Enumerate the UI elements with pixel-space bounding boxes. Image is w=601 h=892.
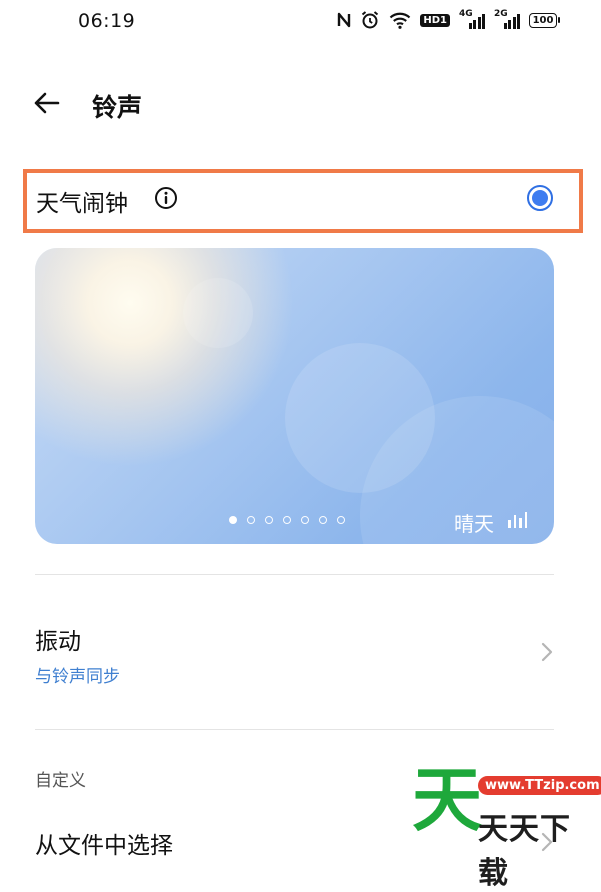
divider [35,729,554,730]
signal-4g-icon: 4G [459,9,485,30]
watermark-logo: 天 [412,759,482,841]
status-bar: 06:19 HD1 4G 2G 100 [0,0,601,44]
page-dot[interactable] [265,516,273,524]
hd-icon: HD1 [420,9,450,31]
page-dot[interactable] [229,516,237,524]
page-indicator [229,516,345,524]
alarm-icon [360,9,380,31]
page-dot[interactable] [319,516,327,524]
back-arrow-icon[interactable] [30,86,64,120]
info-icon[interactable] [154,186,178,210]
weather-preview-card[interactable]: 晴天 [35,248,554,544]
battery-level: 100 [529,12,560,28]
chevron-right-icon [540,641,554,663]
page-dot[interactable] [301,516,309,524]
page-dot[interactable] [247,516,255,524]
watermark-url: www.TTzip.com [478,776,601,795]
weather-alarm-radio[interactable] [527,185,553,211]
lens-flare [183,278,253,348]
section-header-custom: 自定义 [35,771,86,791]
divider [35,574,554,575]
battery-icon: 100 [529,9,560,31]
sound-bars-icon [508,512,528,528]
radio-selected-dot [532,190,548,206]
signal-2g-icon: 2G [494,9,520,30]
vibration-row[interactable]: 振动 与铃声同步 [0,600,601,710]
page-dot[interactable] [337,516,345,524]
weather-name: 晴天 [454,512,494,536]
wifi-icon [389,9,411,31]
sun-glow [35,248,295,468]
vibration-title: 振动 [35,629,81,655]
nfc-icon [337,9,351,31]
hd-label: HD1 [420,13,450,27]
choose-from-file-label: 从文件中选择 [35,833,173,859]
clock: 06:19 [78,10,136,32]
page-title: 铃声 [92,93,143,122]
page-dot[interactable] [283,516,291,524]
weather-alarm-label[interactable]: 天气闹钟 [36,184,128,218]
vibration-subtitle: 与铃声同步 [35,667,120,687]
status-icons: HD1 4G 2G 100 [337,9,560,31]
watermark-text: 天天下载 [478,812,571,891]
